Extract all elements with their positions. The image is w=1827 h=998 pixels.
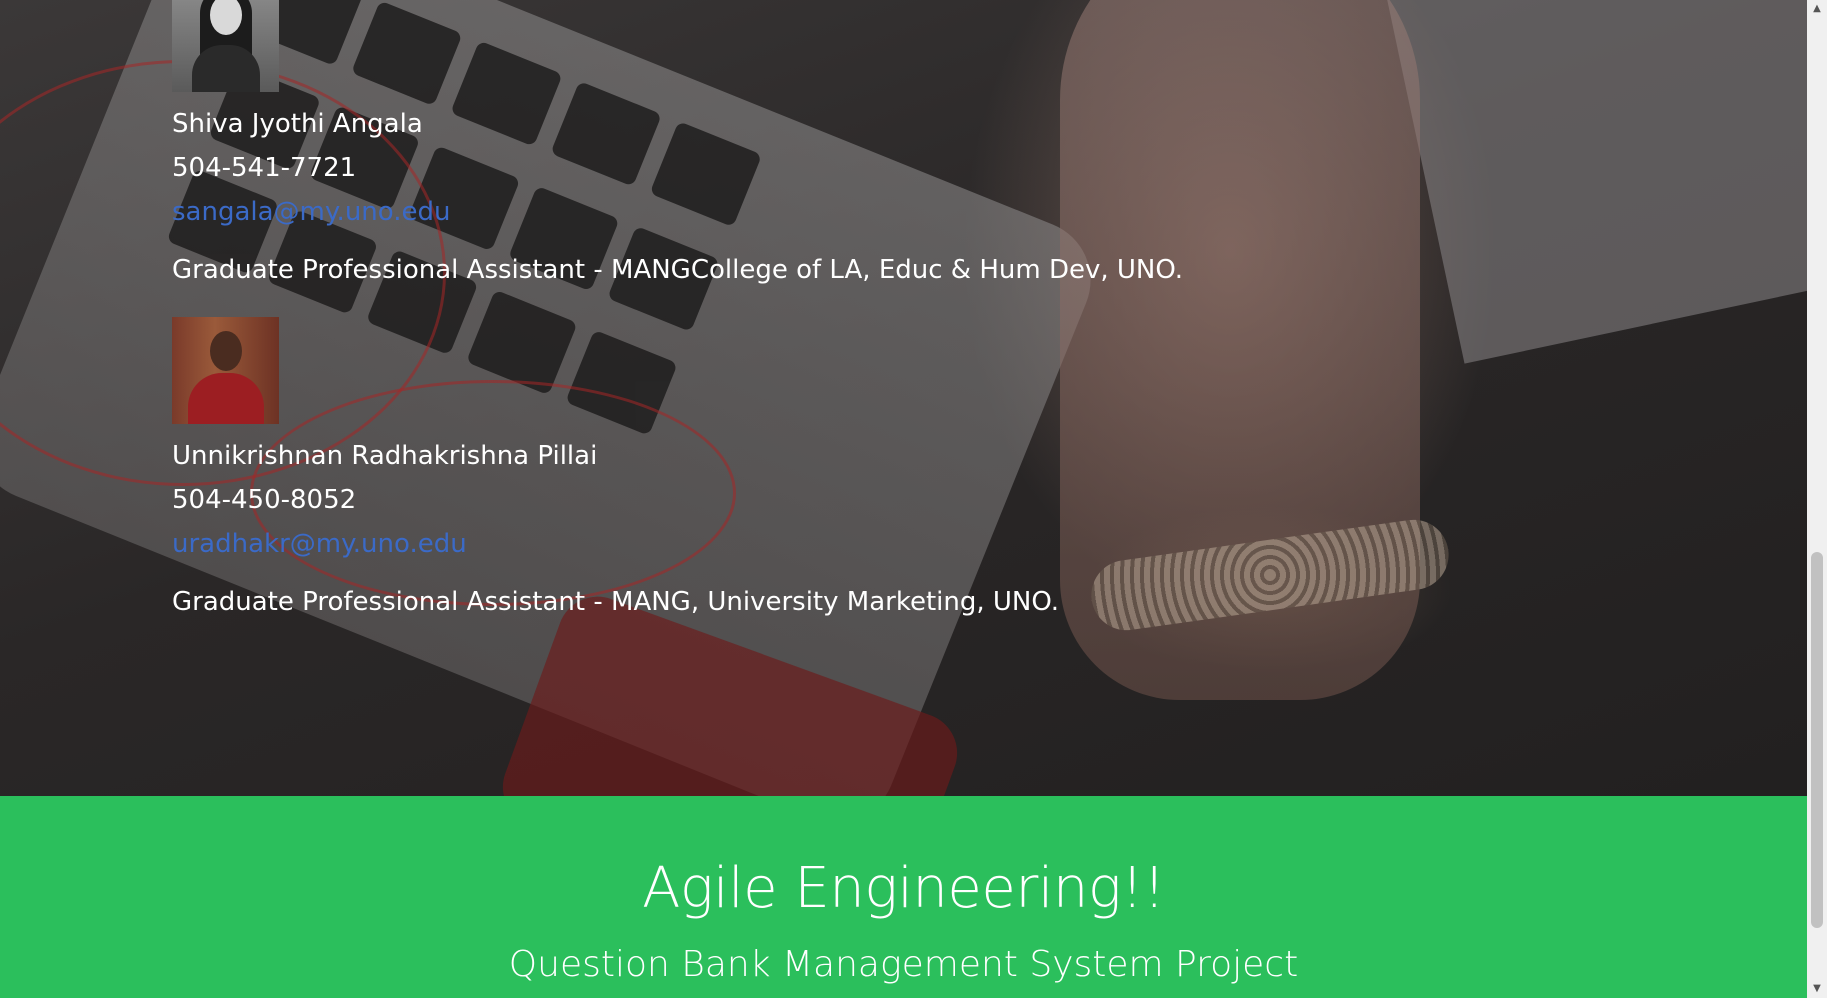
member-photo	[172, 317, 279, 424]
team-section: Shiva Jyothi Angala 504-541-7721 sangala…	[0, 0, 1807, 796]
member-role: Graduate Professional Assistant - MANGCo…	[172, 255, 1184, 285]
footer-title: Agile Engineering!!	[642, 856, 1165, 921]
member-name: Shiva Jyothi Angala	[172, 109, 423, 139]
team-member-card: Shiva Jyothi Angala 504-541-7721 sangala…	[172, 0, 1183, 288]
footer-banner: Agile Engineering!! Question Bank Manage…	[0, 796, 1807, 998]
scrollbar-thumb[interactable]	[1811, 552, 1823, 928]
footer-subtitle: Question Bank Management System Project	[508, 944, 1299, 985]
member-email-link[interactable]: sangala@my.uno.edu	[172, 190, 1183, 234]
triangle-up-icon[interactable]: ▲	[1807, 0, 1827, 18]
vertical-scrollbar[interactable]: ▲ ▼	[1807, 0, 1827, 998]
triangle-down-icon[interactable]: ▼	[1807, 980, 1827, 998]
member-photo	[172, 0, 279, 92]
member-phone: 504-450-8052	[172, 485, 357, 515]
member-phone: 504-541-7721	[172, 153, 357, 183]
background-paper-image	[1385, 0, 1807, 364]
team-member-card: Unnikrishnan Radhakrishna Pillai 504-450…	[172, 317, 1059, 620]
member-name: Unnikrishnan Radhakrishna Pillai	[172, 441, 598, 471]
member-role: Graduate Professional Assistant - MANG, …	[172, 587, 1060, 617]
member-email-link[interactable]: uradhakr@my.uno.edu	[172, 522, 1059, 566]
page: Shiva Jyothi Angala 504-541-7721 sangala…	[0, 0, 1807, 998]
